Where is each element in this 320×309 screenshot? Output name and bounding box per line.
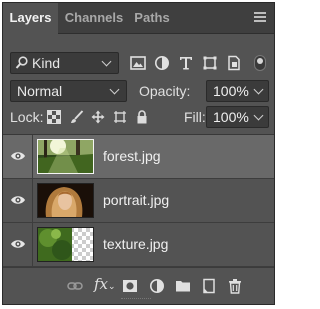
layer-name[interactable]: portrait.jpg	[103, 192, 169, 208]
shape-filter-icon[interactable]	[202, 55, 218, 71]
layer-name[interactable]: texture.jpg	[103, 236, 168, 252]
opacity-label: Opacity:	[139, 83, 191, 99]
resize-grip[interactable]	[121, 298, 151, 302]
layer-row-portrait[interactable]: portrait.jpg	[3, 179, 274, 223]
adjustment-filter-icon[interactable]	[154, 55, 170, 71]
fill-value: 100%	[213, 109, 249, 125]
filter-kind-select[interactable]: Kind	[10, 52, 119, 74]
visibility-toggle[interactable]	[3, 135, 33, 178]
layers-bottom-toolbar: fx⌄	[3, 267, 274, 304]
type-filter-icon[interactable]	[178, 55, 194, 71]
tab-channels[interactable]: Channels	[61, 3, 127, 33]
opacity-field[interactable]: 100%	[206, 80, 269, 102]
blend-mode-value: Normal	[17, 83, 63, 99]
visibility-toggle[interactable]	[3, 179, 33, 222]
lock-image-pixels-icon[interactable]	[70, 110, 84, 124]
link-layers-icon[interactable]	[67, 278, 83, 294]
layer-row-texture[interactable]: texture.jpg	[3, 223, 274, 267]
opacity-value: 100%	[213, 83, 249, 99]
tab-paths[interactable]: Paths	[129, 3, 175, 33]
layer-thumbnail-forest	[37, 139, 94, 174]
chevron-down-icon	[253, 84, 264, 95]
delete-layer-icon[interactable]	[227, 278, 243, 294]
eye-icon	[11, 152, 25, 160]
panel-tab-bar: Layers Channels Paths	[3, 3, 274, 34]
chevron-down-icon	[109, 84, 120, 95]
filter-kind-label: Kind	[32, 55, 61, 71]
layer-name[interactable]: forest.jpg	[103, 148, 161, 164]
search-icon	[15, 56, 28, 69]
layer-row-forest[interactable]: forest.jpg	[3, 135, 274, 179]
blend-mode-select[interactable]: Normal	[10, 80, 127, 102]
fx-icon[interactable]: fx⌄	[94, 275, 116, 293]
chevron-down-icon	[253, 110, 264, 121]
layers-list: forest.jpg portrait.jpg texture.jpg	[3, 134, 274, 269]
hamburger-menu-icon[interactable]	[254, 12, 266, 23]
add-mask-icon[interactable]	[122, 278, 138, 294]
new-group-icon[interactable]	[175, 278, 191, 294]
image-filter-icon[interactable]	[130, 55, 146, 71]
fill-field[interactable]: 100%	[206, 106, 269, 128]
eye-icon	[11, 240, 25, 248]
fill-label: Fill:	[184, 109, 206, 125]
layer-thumbnail-portrait	[37, 183, 94, 218]
tab-layers[interactable]: Layers	[3, 3, 58, 34]
eye-icon	[11, 196, 25, 204]
lock-label: Lock:	[10, 109, 44, 125]
filter-toggle-switch[interactable]	[254, 55, 266, 71]
visibility-toggle[interactable]	[3, 223, 33, 266]
smart-object-filter-icon[interactable]	[226, 55, 242, 71]
layer-thumbnail-texture	[37, 227, 94, 262]
layers-panel: Layers Channels Paths Kind Normal Opacit…	[2, 2, 275, 305]
new-layer-icon[interactable]	[201, 278, 217, 294]
lock-transparent-pixels-icon[interactable]	[47, 110, 61, 124]
lock-all-icon[interactable]	[135, 110, 149, 124]
lock-position-icon[interactable]	[91, 110, 105, 124]
lock-artboard-icon[interactable]	[113, 110, 127, 124]
adjustment-layer-icon[interactable]	[149, 278, 165, 294]
chevron-down-icon	[101, 56, 112, 67]
